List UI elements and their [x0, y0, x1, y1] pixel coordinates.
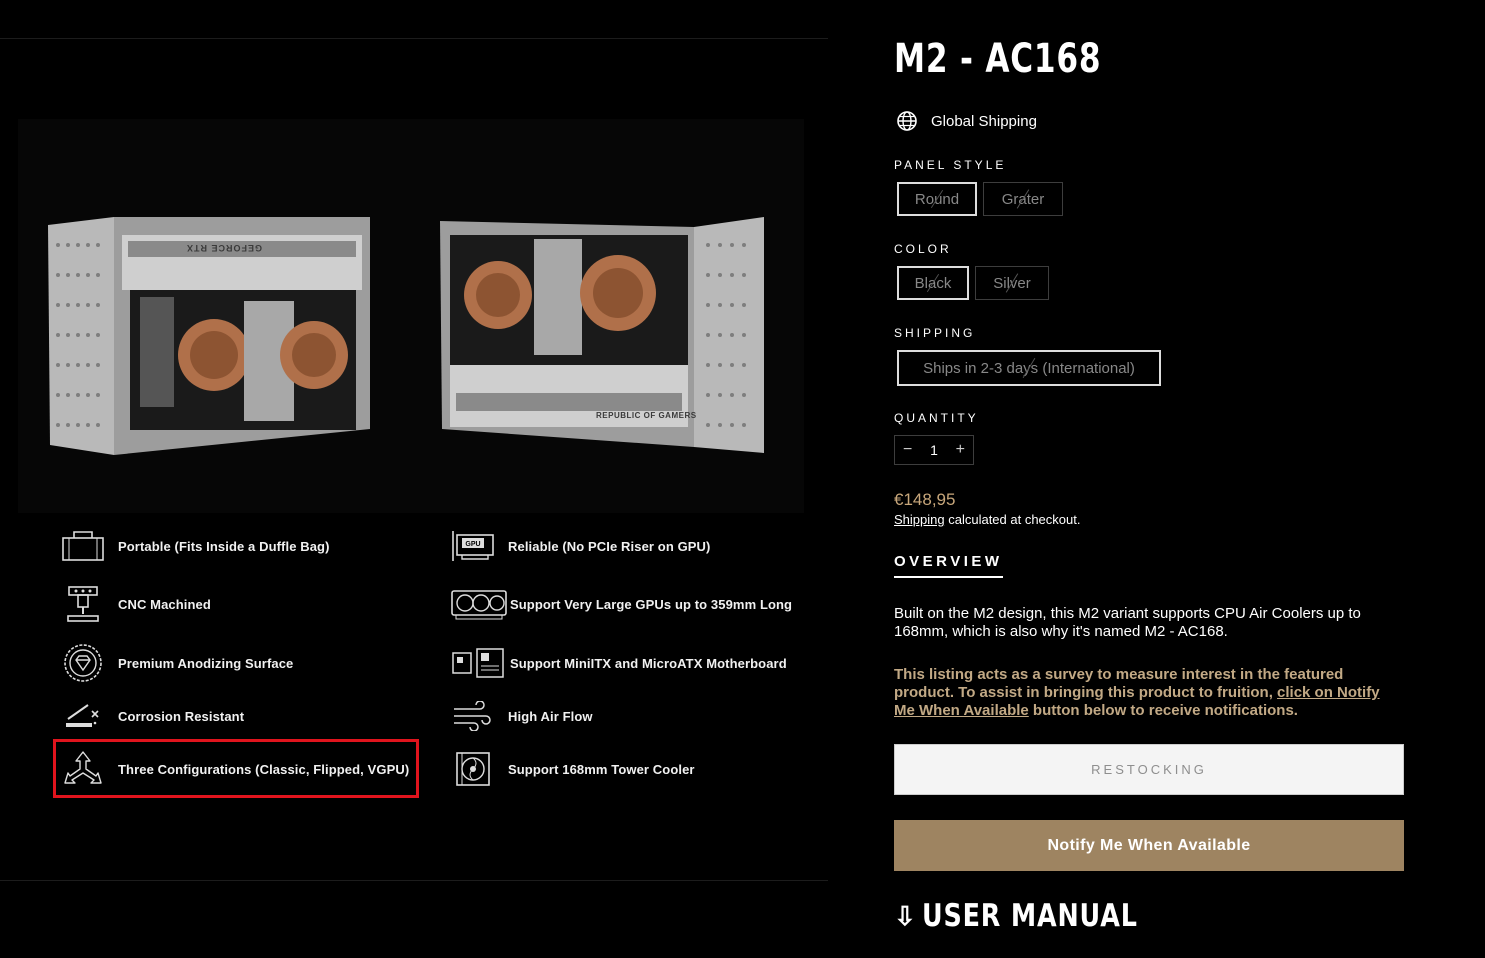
tab-overview[interactable]: OVERVIEW — [894, 553, 1003, 578]
svg-text:GPU: GPU — [465, 541, 480, 548]
case-flipped-image — [440, 217, 764, 453]
feature-label: Support Very Large GPUs up to 359mm Long — [510, 596, 793, 612]
color-label: COLOR — [894, 242, 952, 256]
diamond-badge-icon — [60, 643, 106, 683]
feature-label: Support 168mm Tower Cooler — [508, 761, 695, 777]
panel-style-label: PANEL STYLE — [894, 158, 1007, 172]
user-manual-link[interactable]: ⇩ USER MANUAL — [894, 898, 1185, 934]
product-info: M2 - AC168 Global Shipping PANEL STYLE R… — [894, 0, 1414, 958]
survey-notice: This listing acts as a survey to measure… — [894, 666, 1380, 719]
product-title: M2 - AC168 — [894, 36, 1102, 82]
global-shipping: Global Shipping — [896, 110, 1037, 132]
feature-item: Corrosion Resistant — [60, 694, 244, 738]
product-description: Built on the M2 design, this M2 variant … — [894, 605, 1361, 640]
quantity-label: QUANTITY — [894, 411, 979, 425]
feature-item: GPU Reliable (No PCIe Riser on GPU) — [450, 524, 710, 568]
product-gallery: GEFORCE RTX REPUBLIC OF GAMERS Portable … — [0, 0, 828, 958]
large-gpu-icon — [450, 584, 508, 624]
feature-item: High Air Flow — [450, 694, 593, 738]
divider — [0, 880, 828, 881]
quantity-increase-button[interactable]: + — [956, 441, 965, 459]
feature-label: High Air Flow — [508, 708, 593, 724]
shipping-label: SHIPPING — [894, 326, 976, 340]
panel-style-grater-option[interactable]: Grater — [983, 182, 1063, 216]
feature-item: Premium Anodizing Surface — [60, 641, 293, 685]
user-manual-label: USER MANUAL — [921, 898, 1138, 934]
motherboard-icon — [450, 643, 508, 683]
price: €148,95 — [894, 490, 956, 509]
feature-item: CNC Machined — [60, 582, 211, 626]
color-silver-option[interactable]: Silver — [975, 266, 1049, 300]
download-arrow-icon: ⇩ — [894, 900, 916, 931]
tower-cooler-icon — [450, 749, 496, 789]
feature-label: Support MiniITX and MicroATX Motherboard — [510, 655, 787, 671]
feature-item: Support Very Large GPUs up to 359mm Long — [450, 582, 792, 626]
quantity-decrease-button[interactable]: − — [903, 441, 912, 459]
feature-label: CNC Machined — [118, 596, 211, 612]
divider — [0, 38, 828, 39]
feature-item: Portable (Fits Inside a Duffle Bag) — [60, 524, 330, 568]
duffle-bag-icon — [60, 526, 106, 566]
feature-item: Support 168mm Tower Cooler — [450, 747, 695, 791]
highlight-box — [53, 739, 419, 798]
rog-text: REPUBLIC OF GAMERS — [596, 411, 697, 420]
gpu-card-icon: GPU — [450, 526, 496, 566]
feature-label: Corrosion Resistant — [118, 708, 245, 724]
airflow-icon — [450, 696, 496, 736]
quantity-stepper: − 1 + — [894, 435, 974, 465]
color-black-option[interactable]: Black — [897, 266, 969, 300]
cnc-machine-icon — [60, 584, 106, 624]
restocking-button[interactable]: RESTOCKING — [894, 744, 1404, 795]
shipping-option[interactable]: Ships in 2-3 days (International) — [897, 350, 1161, 386]
globe-icon — [897, 111, 917, 131]
notify-me-button[interactable]: Notify Me When Available — [894, 820, 1404, 871]
feature-label: Premium Anodizing Surface — [118, 655, 294, 671]
corrosion-icon — [60, 696, 106, 736]
panel-style-round-option[interactable]: Round — [897, 182, 977, 216]
gpu-brand-text: GEFORCE RTX — [186, 243, 263, 253]
product-hero-image[interactable]: GEFORCE RTX REPUBLIC OF GAMERS — [18, 119, 804, 513]
shipping-note: Shipping calculated at checkout. — [894, 512, 1081, 527]
global-shipping-label: Global Shipping — [931, 112, 1037, 130]
quantity-value[interactable]: 1 — [930, 442, 938, 458]
feature-item: Support MiniITX and MicroATX Motherboard — [450, 641, 787, 685]
feature-label: Portable (Fits Inside a Duffle Bag) — [118, 538, 330, 554]
shipping-policy-link[interactable]: Shipping — [894, 512, 945, 527]
feature-label: Reliable (No PCIe Riser on GPU) — [508, 538, 711, 554]
